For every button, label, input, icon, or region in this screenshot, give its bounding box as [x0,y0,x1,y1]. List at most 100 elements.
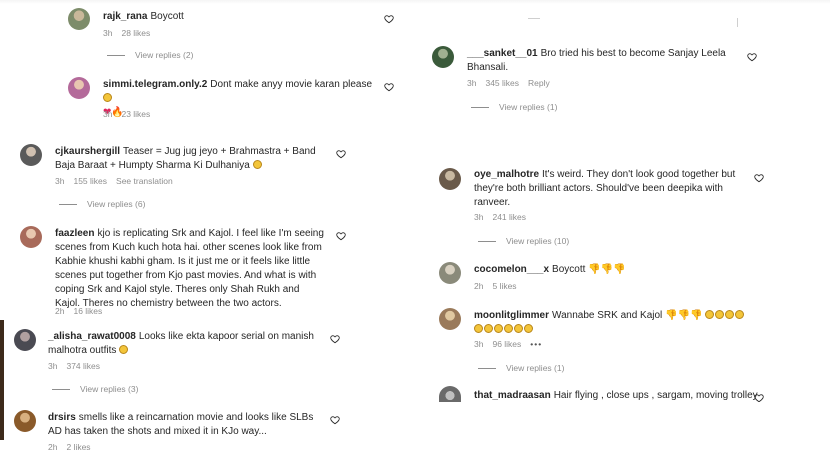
comment-username[interactable]: drsirs [48,412,76,423]
comment-username[interactable]: cjkaurshergill [55,146,120,157]
divider-line [737,18,738,27]
comment-likes[interactable]: 241 likes [492,212,526,222]
avatar[interactable] [439,308,461,330]
comment-username[interactable]: that_madraasan [474,390,551,401]
comment-username[interactable]: rajk_rana [103,11,147,22]
comment-likes[interactable]: 2 likes [66,442,90,452]
crop-mask [438,402,768,466]
comment-username[interactable]: faazleen [55,228,94,239]
divider-line [478,368,496,370]
heart-outline-icon[interactable] [754,173,764,183]
comment-meta: 3h 96 likes ••• [474,339,551,349]
avatar[interactable] [20,226,42,248]
view-replies-button[interactable]: View replies (10) [478,236,569,246]
comment-time: 3h [103,28,113,38]
view-replies-button[interactable]: View replies (3) [52,384,138,394]
avatar[interactable] [439,168,461,190]
comment-body: smells like a reincarnation movie and lo… [48,412,314,437]
avatar[interactable] [14,410,36,432]
avatar[interactable] [68,77,90,99]
comment-username[interactable]: oye_malhotre [474,169,539,180]
comment-time: 2h [474,281,484,291]
face-emoji-icon [484,324,493,333]
avatar[interactable] [14,329,36,351]
comment-time: 3h [48,361,58,371]
thumbs-down-emoji-icon: 👎👎👎 [588,264,626,275]
heart-outline-icon[interactable] [747,52,757,62]
divider-line [107,55,125,57]
face-emoji-icon [524,324,533,333]
avatar[interactable] [439,262,461,284]
heart-outline-icon[interactable] [336,149,346,159]
avatar[interactable] [68,8,90,30]
more-options-icon[interactable]: ••• [530,339,542,349]
face-emoji-icon [725,310,735,319]
heart-outline-icon[interactable] [330,334,340,344]
comment-time: 2h [55,306,65,316]
face-emoji-icon [705,310,715,319]
comment-time: 2h [48,442,58,452]
see-translation-link[interactable]: See translation [116,176,173,186]
face-emoji-icon [494,324,503,333]
comment-time: 3h [55,176,65,186]
face-emoji-icon [504,324,513,333]
view-replies-button[interactable]: View replies (2) [107,50,193,60]
heart-outline-icon[interactable] [384,14,394,24]
grinning-face-emoji-icon [252,160,262,169]
avatar[interactable] [432,46,454,68]
comment-meta: 3h 155 likes See translation [55,176,182,186]
comment-username[interactable]: simmi.telegram.only.2 [103,79,207,90]
face-emoji-icon [715,310,725,319]
divider-line [59,204,77,206]
comment-likes[interactable]: 345 likes [485,78,519,88]
heart-outline-icon[interactable] [384,82,394,92]
comment-time: 3h [474,339,484,349]
face-emoji-icon [514,324,523,333]
left-edge-strip [0,320,4,440]
comment-meta: 3h 23 likes [103,109,159,119]
comment-body: Boycott [552,264,586,275]
comment-meta: 2h 5 likes [474,281,526,291]
grinning-face-emoji-icon [119,345,129,354]
comment-body: Dont make anyy movie karan please [210,79,373,90]
comment-meta: 3h 241 likes [474,212,535,222]
pleading-face-emoji-icon [103,93,112,102]
comment-likes[interactable]: 5 likes [492,281,516,291]
comment-body: Boycott [150,11,184,22]
comment-likes[interactable]: 16 likes [73,306,102,316]
heart-outline-icon[interactable] [330,415,340,425]
comment-meta: 2h 16 likes [55,306,111,316]
avatar[interactable] [20,144,42,166]
comment-username[interactable]: cocomelon___x [474,264,549,275]
comment-meta: 3h 345 likes Reply [467,78,559,88]
comment-meta: 2h 2 likes [48,442,100,452]
divider-line [52,389,70,391]
comment-meta: 3h 374 likes [48,361,109,371]
comment-body: Wannabe SRK and Kajol [552,310,663,321]
avatar[interactable] [439,386,461,402]
divider-line [478,241,496,243]
divider-line [528,18,540,19]
heart-outline-icon[interactable] [336,231,346,241]
comment-username[interactable]: ___sanket__01 [467,48,538,59]
top-edge [0,0,830,4]
comment-time: 3h [474,212,484,222]
comment-body: kjo is replicating Srk and Kajol. I feel… [55,228,324,309]
view-replies-button[interactable]: View replies (1) [471,102,557,112]
comment-time: 3h [467,78,477,88]
view-replies-button[interactable]: View replies (6) [59,199,145,209]
comment-time: 3h [103,109,113,119]
comment-likes[interactable]: 374 likes [66,361,100,371]
comment-likes[interactable]: 96 likes [492,339,521,349]
comment-likes[interactable]: 155 likes [73,176,107,186]
comment-likes[interactable]: 23 likes [121,109,150,119]
comment-username[interactable]: _alisha_rawat0008 [48,331,136,342]
view-replies-button[interactable]: View replies (1) [478,363,564,373]
comment-username[interactable]: moonlitglimmer [474,310,549,321]
comment-likes[interactable]: 28 likes [121,28,150,38]
comment-meta: 3h 28 likes [103,28,159,38]
thumbs-down-emoji-icon: 👎👎👎 [665,310,703,321]
comment-body: Hair flying , close ups , sargam, moving… [553,390,758,401]
divider-line [471,107,489,109]
reply-button[interactable]: Reply [528,78,550,88]
